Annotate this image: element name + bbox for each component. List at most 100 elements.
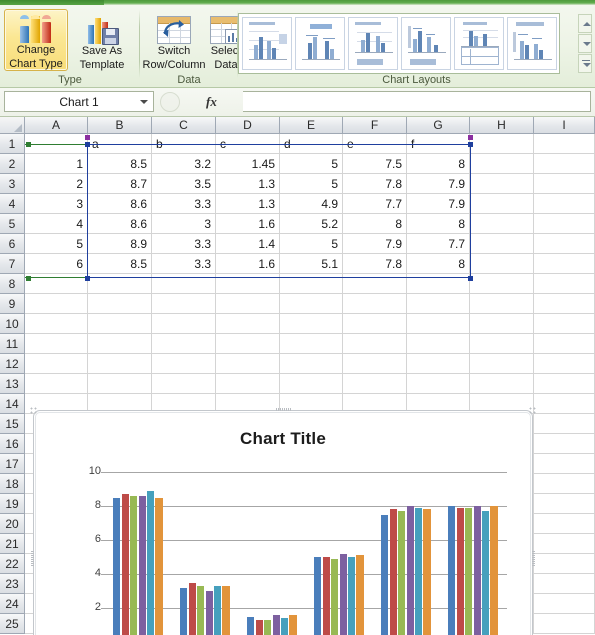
cell-A13[interactable] [25, 374, 88, 394]
column-header-F[interactable]: F [343, 117, 407, 134]
cell-A10[interactable] [25, 314, 88, 334]
cell-D7[interactable]: 1.6 [216, 254, 280, 274]
selection-handle[interactable] [468, 142, 473, 147]
cell-E1[interactable]: d [280, 134, 343, 154]
chart-layout-option[interactable] [348, 17, 398, 70]
cell-G7[interactable]: 8 [407, 254, 470, 274]
chart-bar[interactable] [121, 494, 129, 635]
more-layouts-icon[interactable] [578, 54, 592, 73]
cell-G8[interactable] [407, 274, 470, 294]
row-header-1[interactable]: 1 [0, 134, 25, 154]
name-box[interactable]: Chart 1 [4, 91, 154, 112]
row-header-3[interactable]: 3 [0, 174, 25, 194]
cell-H13[interactable] [470, 374, 534, 394]
cell-I1[interactable] [534, 134, 595, 154]
cell-B12[interactable] [88, 354, 152, 374]
chart-resize-handle-n[interactable] [276, 408, 292, 411]
save-as-template-button[interactable]: Save As Template [70, 9, 134, 71]
cell-B10[interactable] [88, 314, 152, 334]
insert-function-icon[interactable]: fx [206, 94, 217, 110]
cell-G1[interactable]: f [407, 134, 470, 154]
chart-bar[interactable] [490, 506, 498, 635]
cell-D2[interactable]: 1.45 [216, 154, 280, 174]
chart-resize-handle-ne[interactable] [529, 407, 536, 414]
chart-bar[interactable] [423, 509, 431, 635]
cell-B4[interactable]: 8.6 [88, 194, 152, 214]
cell-E8[interactable] [280, 274, 343, 294]
chart-bar[interactable] [322, 557, 330, 635]
cell-I24[interactable] [534, 594, 595, 614]
row-header-4[interactable]: 4 [0, 194, 25, 214]
cell-B5[interactable]: 8.6 [88, 214, 152, 234]
cell-I14[interactable] [534, 394, 595, 414]
cell-I19[interactable] [534, 494, 595, 514]
row-header-2[interactable]: 2 [0, 154, 25, 174]
cell-E5[interactable]: 5.2 [280, 214, 343, 234]
cell-C11[interactable] [152, 334, 216, 354]
chart-resize-handle-w[interactable] [31, 551, 34, 567]
row-header-18[interactable]: 18 [0, 474, 25, 494]
chart-resize-handle-e[interactable] [532, 551, 535, 567]
cell-I13[interactable] [534, 374, 595, 394]
chart-bar[interactable] [347, 557, 356, 635]
cell-H9[interactable] [470, 294, 534, 314]
cell-C12[interactable] [152, 354, 216, 374]
cell-D6[interactable]: 1.4 [216, 234, 280, 254]
cell-F10[interactable] [343, 314, 407, 334]
cell-E11[interactable] [280, 334, 343, 354]
cell-F3[interactable]: 7.8 [343, 174, 407, 194]
chart-plot-area[interactable]: 0246810abcdef [89, 465, 507, 635]
cell-H7[interactable] [470, 254, 534, 274]
cell-I15[interactable] [534, 414, 595, 434]
chart-bar[interactable] [473, 506, 481, 635]
formula-input[interactable] [243, 91, 591, 112]
chart-bar[interactable] [331, 558, 339, 635]
cell-I7[interactable] [534, 254, 595, 274]
cell-E10[interactable] [280, 314, 343, 334]
chart-bar[interactable] [188, 582, 196, 635]
cell-E3[interactable]: 5 [280, 174, 343, 194]
selection-handle[interactable] [85, 142, 90, 147]
cell-D3[interactable]: 1.3 [216, 174, 280, 194]
selection-handle[interactable] [468, 276, 473, 281]
cell-I10[interactable] [534, 314, 595, 334]
cell-E4[interactable]: 4.9 [280, 194, 343, 214]
cell-I8[interactable] [534, 274, 595, 294]
selection-handle[interactable] [85, 135, 90, 140]
cell-B1[interactable]: a [88, 134, 152, 154]
cell-H4[interactable] [470, 194, 534, 214]
cell-I2[interactable] [534, 154, 595, 174]
cell-A12[interactable] [25, 354, 88, 374]
cell-C8[interactable] [152, 274, 216, 294]
cell-H2[interactable] [470, 154, 534, 174]
chart-bar[interactable] [406, 506, 414, 635]
chart-bar[interactable] [180, 587, 188, 635]
cell-H8[interactable] [470, 274, 534, 294]
cell-A4[interactable]: 3 [25, 194, 88, 214]
cell-D12[interactable] [216, 354, 280, 374]
cell-I23[interactable] [534, 574, 595, 594]
row-header-9[interactable]: 9 [0, 294, 25, 314]
column-header-G[interactable]: G [407, 117, 470, 134]
cell-C4[interactable]: 3.3 [152, 194, 216, 214]
chart-bar[interactable] [398, 511, 406, 635]
cell-H10[interactable] [470, 314, 534, 334]
cell-I11[interactable] [534, 334, 595, 354]
cell-D1[interactable]: c [216, 134, 280, 154]
cell-A3[interactable]: 2 [25, 174, 88, 194]
selection-handle[interactable] [26, 276, 31, 281]
cell-G13[interactable] [407, 374, 470, 394]
chart-bar[interactable] [205, 591, 213, 635]
row-header-15[interactable]: 15 [0, 414, 25, 434]
chart-layout-option[interactable] [507, 17, 557, 70]
cell-F2[interactable]: 7.5 [343, 154, 407, 174]
cell-I12[interactable] [534, 354, 595, 374]
chart-bar[interactable] [314, 557, 322, 635]
row-header-23[interactable]: 23 [0, 574, 25, 594]
cell-F7[interactable]: 7.8 [343, 254, 407, 274]
cell-C3[interactable]: 3.5 [152, 174, 216, 194]
cell-C10[interactable] [152, 314, 216, 334]
cell-E13[interactable] [280, 374, 343, 394]
cell-A7[interactable]: 6 [25, 254, 88, 274]
cell-D8[interactable] [216, 274, 280, 294]
